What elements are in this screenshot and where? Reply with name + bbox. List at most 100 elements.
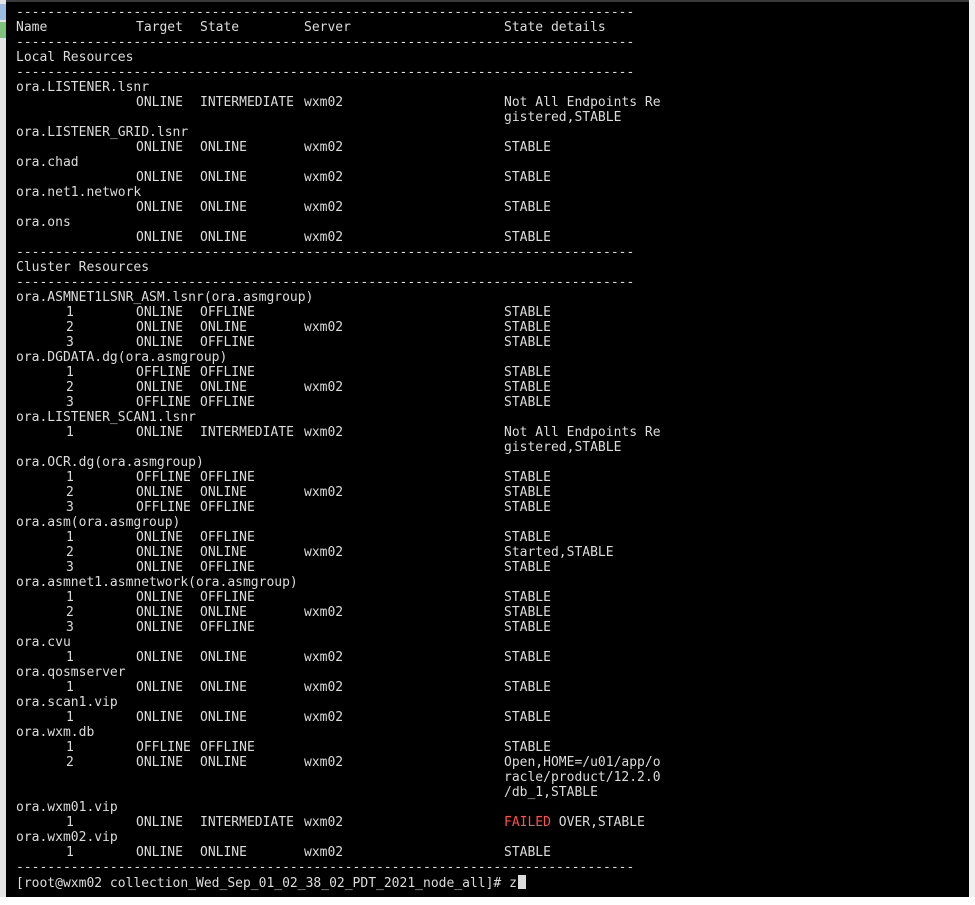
server-value: wxm02 [304,230,344,245]
instance-number: 2 [66,755,74,770]
state-value: INTERMEDIATE [200,425,294,440]
state-details-value: STABLE [504,380,551,395]
target-value: ONLINE [136,95,183,110]
separator-text: ----------------------------------------… [16,5,635,20]
instance-number: 1 [66,305,74,320]
instance-number: 2 [66,545,74,560]
state-value: ONLINE [200,650,247,665]
server-value: wxm02 [304,95,344,110]
instance-number: 3 [66,500,74,515]
command-input[interactable]: z [509,876,517,891]
state-value: OFFLINE [200,500,255,515]
header-target: Target [136,20,183,35]
target-value: ONLINE [136,425,183,440]
target-value: ONLINE [136,200,183,215]
state-value: OFFLINE [200,560,255,575]
state-value: ONLINE [200,545,247,560]
resource-name: ora.LISTENER.lsnr [16,80,150,95]
server-value: wxm02 [304,170,344,185]
target-value: ONLINE [136,545,183,560]
state-value: ONLINE [200,170,247,185]
resource-name: ora.qosmserver [16,665,126,680]
server-value: wxm02 [304,380,344,395]
state-details-value: STABLE [504,200,551,215]
state-details-value: racle/product/12.2.0 [504,770,661,785]
instance-number: 3 [66,620,74,635]
instance-number: 3 [66,335,74,350]
state-details-value: STABLE [504,470,551,485]
state-details-value: STABLE [504,845,551,860]
state-details-value: STABLE [504,485,551,500]
state-details-value: STABLE [504,140,551,155]
state-value: OFFLINE [200,740,255,755]
separator-text: ----------------------------------------… [16,65,635,80]
instance-number: 1 [66,650,74,665]
target-value: ONLINE [136,620,183,635]
terminal-window[interactable]: ----------------------------------------… [6,0,969,897]
resource-name: ora.scan1.vip [16,695,118,710]
target-value: OFFLINE [136,500,191,515]
state-value: ONLINE [200,485,247,500]
state-details-value: STABLE [504,620,551,635]
target-value: ONLINE [136,650,183,665]
instance-number: 1 [66,470,74,485]
state-value: OFFLINE [200,305,255,320]
server-value: wxm02 [304,545,344,560]
target-value: OFFLINE [136,470,191,485]
server-value: wxm02 [304,650,344,665]
state-value: OFFLINE [200,395,255,410]
state-details-value: STABLE [504,590,551,605]
state-details-value: Open,HOME=/u01/app/o [504,755,661,770]
state-details-value: STABLE [504,320,551,335]
separator-text: ----------------------------------------… [16,275,635,290]
instance-number: 1 [66,590,74,605]
resource-name: ora.ons [16,215,71,230]
state-value: ONLINE [200,680,247,695]
server-value: wxm02 [304,755,344,770]
state-value: ONLINE [200,320,247,335]
state-value: ONLINE [200,710,247,725]
target-value: ONLINE [136,140,183,155]
instance-number: 1 [66,425,74,440]
server-value: wxm02 [304,140,344,155]
state-details-value: STABLE [504,500,551,515]
target-value: ONLINE [136,485,183,500]
instance-number: 2 [66,380,74,395]
header-state-details: State details [504,20,606,35]
server-value: wxm02 [304,605,344,620]
target-value: ONLINE [136,560,183,575]
state-details-value: STABLE [504,605,551,620]
server-value: wxm02 [304,845,344,860]
state-details-value: STABLE [504,560,551,575]
state-details-value: gistered,STABLE [504,110,622,125]
instance-number: 2 [66,485,74,500]
state-details-value: Started,STABLE [504,545,614,560]
target-value: ONLINE [136,845,183,860]
target-value: ONLINE [136,320,183,335]
target-value: OFFLINE [136,365,191,380]
instance-number: 1 [66,710,74,725]
target-value: ONLINE [136,230,183,245]
server-value: wxm02 [304,425,344,440]
target-value: OFFLINE [136,740,191,755]
state-details-value: STABLE [504,530,551,545]
target-value: ONLINE [136,380,183,395]
instance-number: 1 [66,680,74,695]
server-value: wxm02 [304,200,344,215]
state-value: ONLINE [200,845,247,860]
terminal-scrollbar[interactable] [969,0,975,897]
resource-name: ora.wxm.db [16,725,95,740]
instance-number: 1 [66,815,74,830]
separator-text: ----------------------------------------… [16,860,635,875]
separator-text: ----------------------------------------… [16,35,635,50]
header-state: State [200,20,240,35]
state-details-value: STABLE [504,740,551,755]
target-value: ONLINE [136,605,183,620]
instance-number: 1 [66,530,74,545]
state-value: ONLINE [200,605,247,620]
instance-number: 3 [66,560,74,575]
state-value: INTERMEDIATE [200,815,294,830]
state-value: ONLINE [200,755,247,770]
text-cursor [517,875,526,889]
state-value: OFFLINE [200,470,255,485]
